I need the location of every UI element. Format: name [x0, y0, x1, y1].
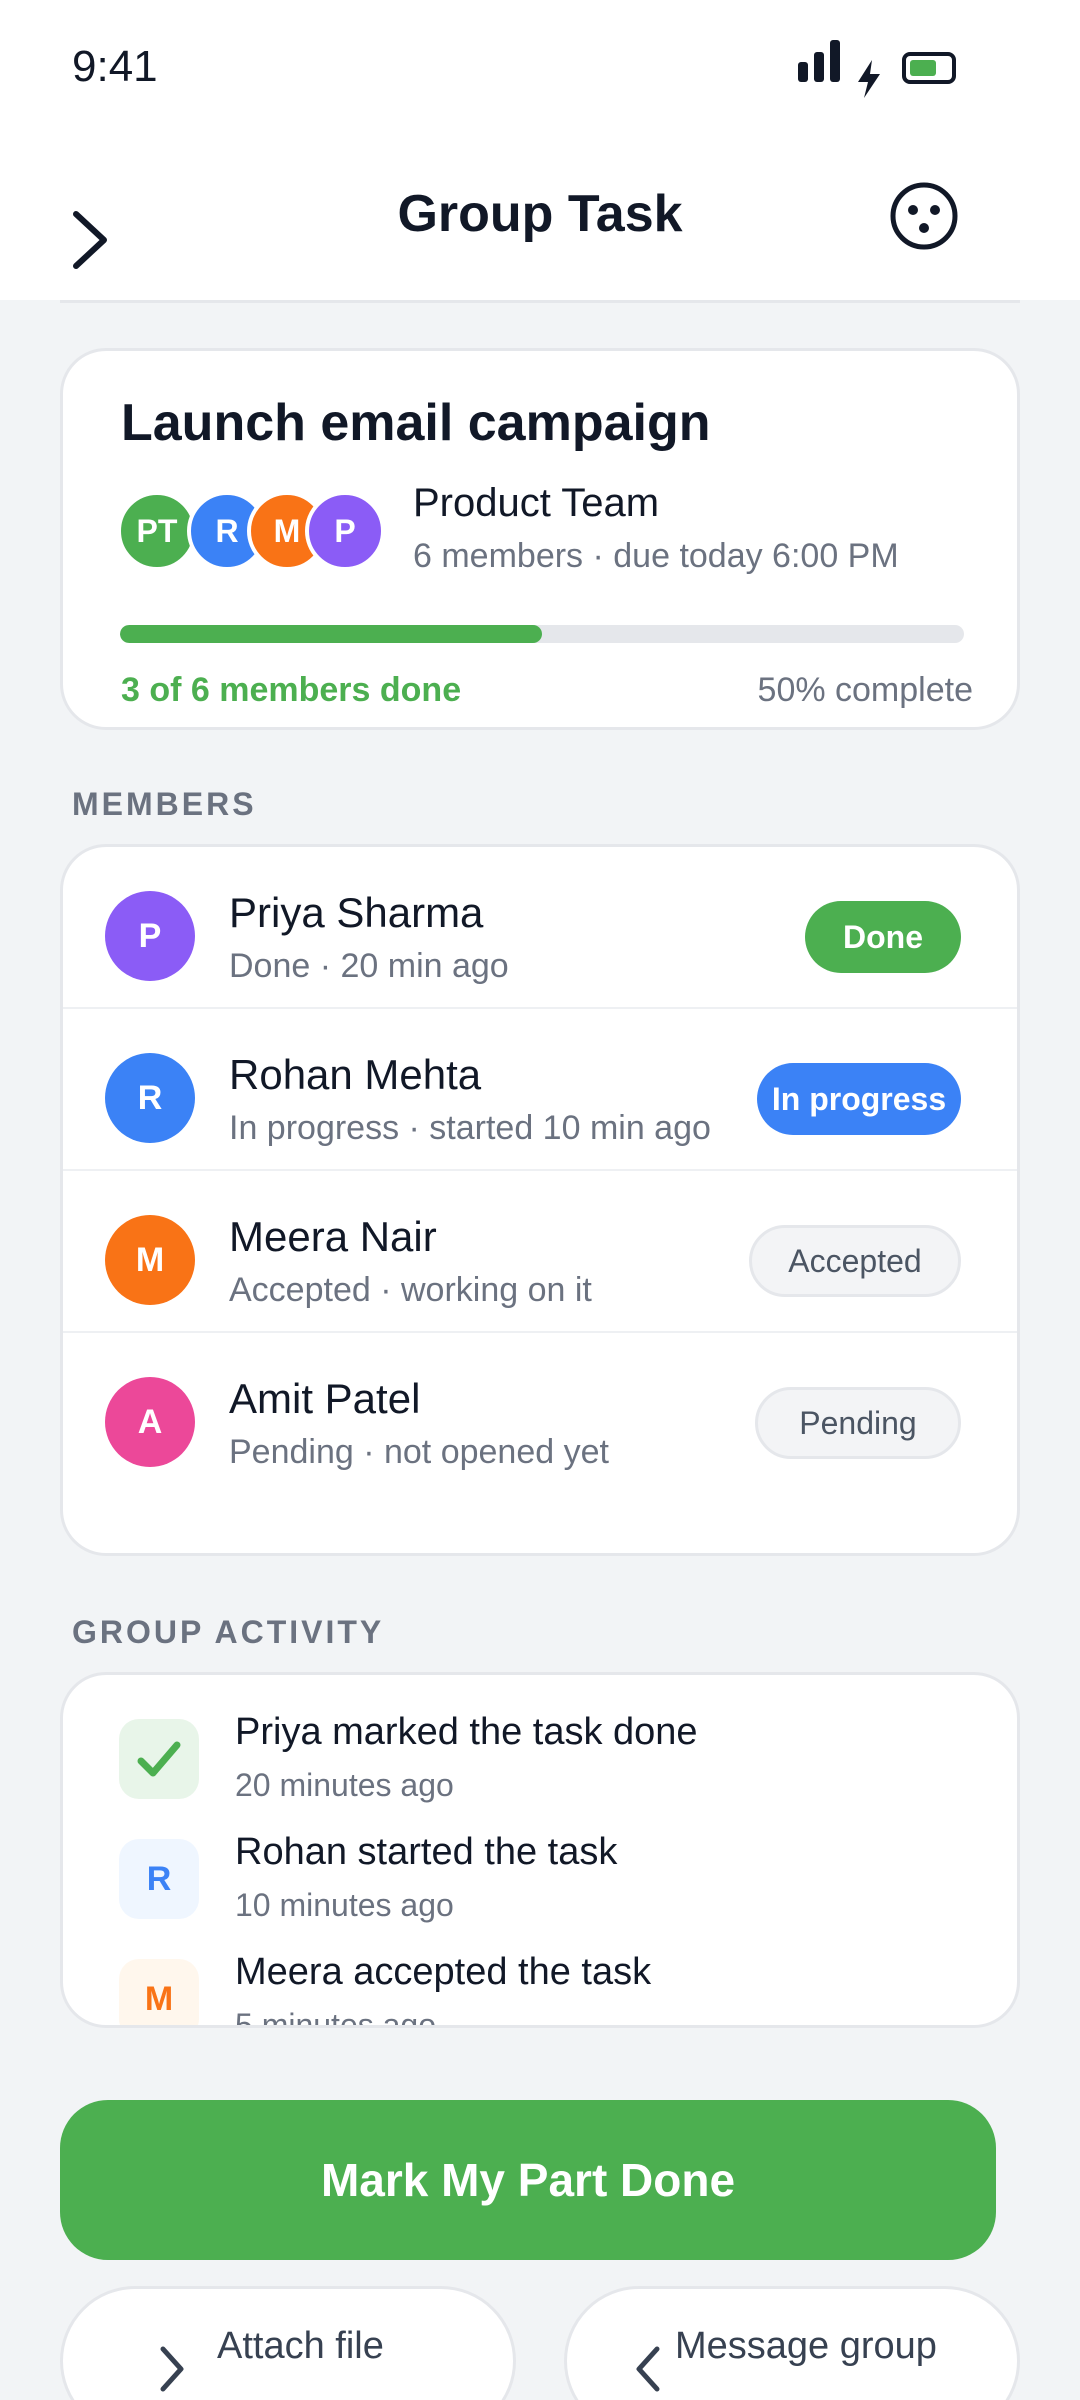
avatar: M [119, 1959, 199, 2025]
avatar: M [105, 1215, 195, 1305]
activity-time: 20 minutes ago [235, 1767, 454, 1803]
member-status-text: In progress · started 10 min ago [229, 1109, 711, 1147]
activity-title: Priya marked the task done [235, 1711, 698, 1753]
mark-done-button[interactable]: Mark My Part Done [60, 2100, 996, 2260]
member-status-text: Done · 20 min ago [229, 947, 509, 985]
member-name: Meera Nair [229, 1213, 437, 1260]
progress-fill [120, 625, 542, 643]
message-group-button[interactable]: Message group [564, 2286, 1020, 2400]
section-label-members: MEMBERS [72, 786, 257, 822]
attach-file-button[interactable]: Attach file [60, 2286, 516, 2400]
signal-icon [798, 40, 846, 82]
activity-card: Priya marked the task done 20 minutes ag… [60, 1672, 1020, 2028]
avatar: PT [117, 491, 197, 571]
status-time: 9:41 [72, 42, 158, 91]
status-bar: 9:41 [0, 0, 1080, 140]
member-row[interactable]: A Amit Patel Pending · not opened yet Pe… [63, 1333, 1017, 1495]
member-row[interactable]: M Meera Nair Accepted · working on it Ac… [63, 1171, 1017, 1333]
percent-complete: 50% complete [757, 671, 973, 709]
activity-time: 5 minutes ago [235, 2007, 437, 2028]
chevron-right-icon [160, 2346, 184, 2392]
activity-item: Priya marked the task done 20 minutes ag… [63, 1711, 1017, 1831]
avatar: P [105, 891, 195, 981]
status-badge: Accepted [749, 1225, 961, 1297]
progress-bar [120, 625, 964, 643]
task-title: Launch email campaign [121, 394, 711, 452]
member-row[interactable]: R Rohan Mehta In progress · started 10 m… [63, 1009, 1017, 1171]
attach-file-label: Attach file [217, 2325, 384, 2367]
member-row[interactable]: P Priya Sharma Done · 20 min ago Done [63, 847, 1017, 1009]
chevron-left-icon [636, 2346, 660, 2392]
message-group-label: Message group [675, 2325, 937, 2367]
status-badge: Done [805, 901, 961, 973]
team-avatar-stack: PT R M P [117, 491, 387, 571]
avatar: P [305, 491, 385, 571]
member-name: Rohan Mehta [229, 1051, 482, 1098]
check-icon [119, 1719, 199, 1799]
battery-icon [902, 52, 956, 84]
activity-time: 10 minutes ago [235, 1887, 454, 1923]
charging-icon [858, 60, 880, 98]
activity-item: R Rohan started the task 10 minutes ago [63, 1831, 1017, 1951]
header-divider [60, 300, 1020, 303]
task-summary-card: Launch email campaign PT R M P Product T… [60, 348, 1020, 730]
activity-title: Rohan started the task [235, 1831, 618, 1873]
team-name: Product Team [413, 481, 660, 525]
member-status-text: Accepted · working on it [229, 1271, 592, 1309]
activity-item: M Meera accepted the task 5 minutes ago [63, 1951, 1017, 2028]
status-badge: In progress [757, 1063, 961, 1135]
member-name: Priya Sharma [229, 889, 484, 936]
face-menu-icon[interactable] [888, 180, 960, 252]
team-meta: 6 members · due today 6:00 PM [413, 537, 899, 575]
member-name: Amit Patel [229, 1375, 421, 1422]
section-label-activity: GROUP ACTIVITY [72, 1614, 385, 1650]
activity-title: Meera accepted the task [235, 1951, 652, 1993]
members-card: P Priya Sharma Done · 20 min ago Done R … [60, 844, 1020, 1556]
status-badge: Pending [755, 1387, 961, 1459]
avatar: R [105, 1053, 195, 1143]
member-status-text: Pending · not opened yet [229, 1433, 609, 1471]
avatar: R [119, 1839, 199, 1919]
avatar: A [105, 1377, 195, 1467]
done-count: 3 of 6 members done [121, 671, 462, 709]
